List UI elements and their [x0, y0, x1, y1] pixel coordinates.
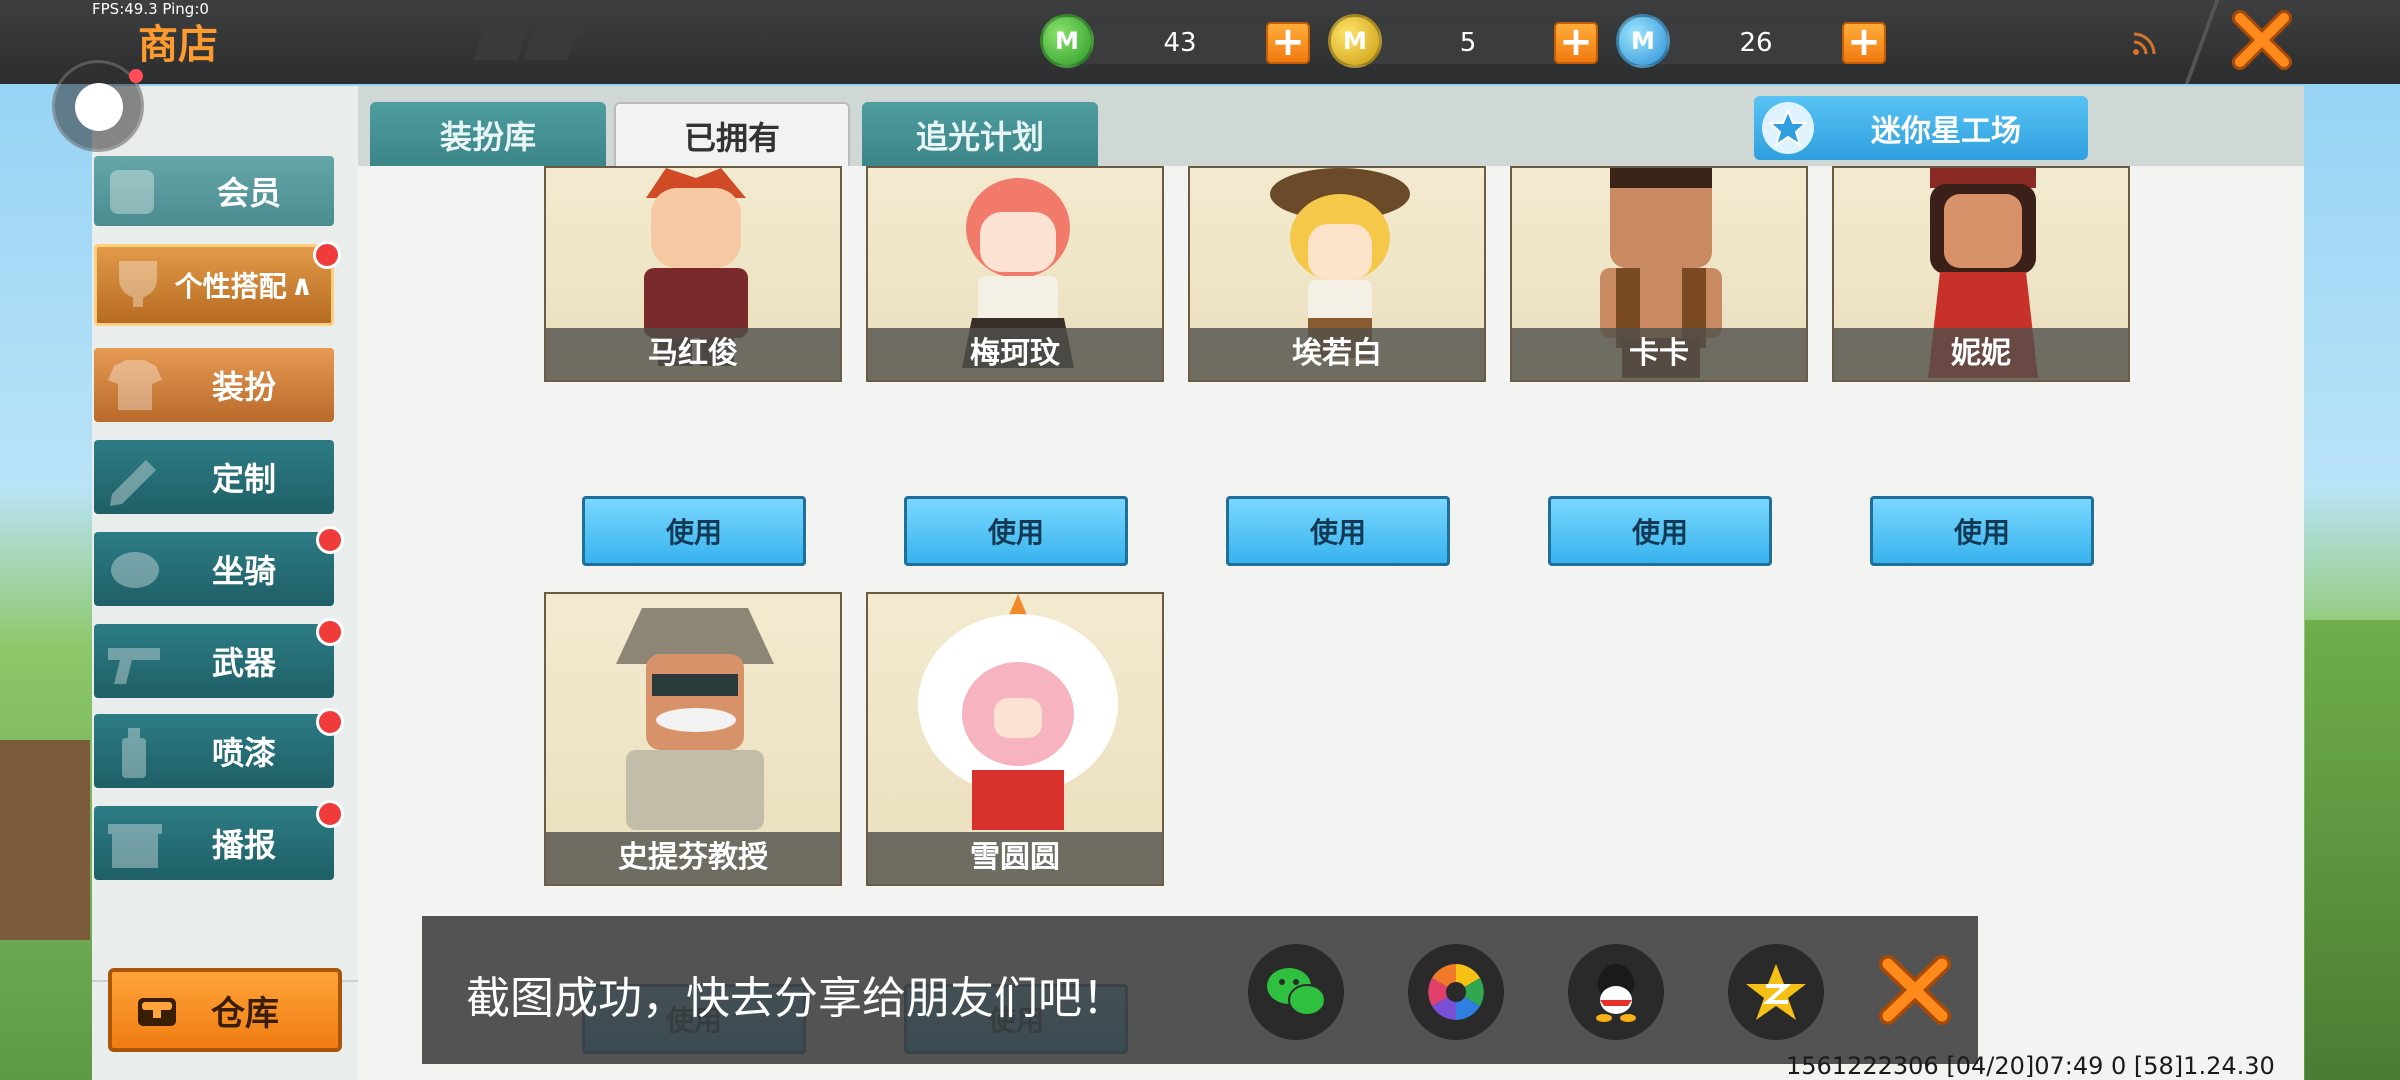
skin-name: 梅珂玟	[868, 328, 1162, 380]
currency-value-gold: 5	[1459, 28, 1477, 58]
wechat-icon	[1267, 968, 1326, 1016]
warehouse-button[interactable]: 仓库	[108, 968, 342, 1052]
share-qq-button[interactable]	[1568, 944, 1664, 1040]
skin-card[interactable]: 史提芬教授	[544, 592, 842, 886]
currency-value-green: 43	[1163, 28, 1197, 58]
mini-workshop-button[interactable]: 迷你星工场	[1754, 96, 2088, 160]
notification-badge	[316, 708, 344, 736]
moments-icon	[1428, 964, 1484, 1020]
sidebar-item-label: 坐骑	[211, 552, 276, 590]
use-button[interactable]: 使用	[1870, 496, 2094, 566]
blue-mini-coin-icon: M	[1616, 14, 1670, 68]
green-mini-coin-icon: M	[1040, 14, 1094, 68]
virtual-joystick[interactable]	[52, 60, 144, 152]
sidebar-item-outfit[interactable]: 装扮	[94, 348, 334, 422]
sidebar-item-member[interactable]: 会员	[94, 156, 334, 226]
skin-name: 妮妮	[1834, 328, 2128, 380]
workshop-label: 迷你星工场	[1871, 114, 2021, 149]
skin-name: 史提芬教授	[546, 832, 840, 884]
notification-badge	[316, 618, 344, 646]
sidebar-item-custom[interactable]: 定制	[94, 440, 334, 514]
screenshot-share-toast: 截图成功，快去分享给朋友们吧！	[422, 916, 1978, 1064]
divider	[2184, 0, 2220, 84]
tab-outfit-library[interactable]: 装扮库	[370, 102, 606, 168]
character-portrait	[616, 608, 774, 830]
gold-mini-coin-icon: M	[1328, 14, 1382, 68]
notification-badge	[316, 800, 344, 828]
use-button[interactable]: 使用	[1548, 496, 1772, 566]
add-gold-currency-button[interactable]: +	[1554, 22, 1598, 64]
notification-badge	[313, 241, 341, 269]
share-qzone-button[interactable]	[1728, 944, 1824, 1040]
sidebar-item-label: 喷漆	[211, 734, 276, 772]
share-moments-button[interactable]	[1408, 944, 1504, 1040]
add-blue-currency-button[interactable]: +	[1842, 22, 1886, 64]
sidebar-category-outfit[interactable]: 个性搭配 ∧	[94, 241, 341, 326]
qzone-icon	[1746, 964, 1806, 1020]
sidebar-item-label: 武器	[211, 644, 276, 682]
qq-icon	[1596, 964, 1636, 1022]
decor-stripe	[473, 22, 531, 60]
use-button[interactable]: 使用	[1226, 496, 1450, 566]
close-shop-button[interactable]	[2230, 8, 2294, 72]
player-id-timestamp: 1561222306 [04/20]07:49 0 [58]1.24.30	[1786, 1052, 2275, 1080]
skin-card[interactable]: 妮妮	[1832, 166, 2130, 382]
skin-card[interactable]: 埃若白	[1188, 166, 1486, 382]
character-portrait	[918, 594, 1118, 830]
spray-can-icon	[122, 728, 146, 778]
trophy-icon	[119, 261, 157, 307]
gift-box-icon	[108, 824, 162, 868]
shirt-icon	[108, 360, 162, 410]
gun-icon	[108, 648, 160, 684]
sidebar-item-mount[interactable]: 坐骑	[94, 526, 344, 606]
sidebar-item-label: 播报	[211, 826, 276, 864]
joystick-knob[interactable]	[75, 83, 123, 131]
sidebar-category-label: 个性搭配	[174, 270, 287, 303]
sidebar-item-broadcast[interactable]: 播报	[94, 800, 344, 880]
skin-card[interactable]: 梅珂玟	[866, 166, 1164, 382]
sidebar-item-weapon[interactable]: 武器	[94, 618, 344, 698]
warehouse-label: 仓库	[211, 993, 279, 1034]
decor-stripe	[523, 22, 581, 60]
tab-light-chase-plan[interactable]: 追光计划	[862, 102, 1098, 168]
close-toast-button[interactable]	[1876, 954, 1954, 1026]
notification-badge	[316, 526, 344, 554]
sidebar-item-spray[interactable]: 喷漆	[94, 708, 344, 788]
chest-icon	[138, 998, 176, 1026]
mount-icon	[111, 552, 159, 588]
toast-message: 截图成功，快去分享给朋友们吧！	[466, 973, 1126, 1024]
currency-value-blue: 26	[1739, 28, 1773, 58]
sidebar-item-label: 装扮	[211, 368, 276, 406]
tab-owned[interactable]: 已拥有	[614, 102, 850, 168]
share-wechat-button[interactable]	[1248, 944, 1344, 1040]
page-title: 商店	[138, 22, 218, 68]
background-grass-right	[2305, 620, 2400, 1080]
skin-name: 雪圆圆	[868, 832, 1162, 884]
sidebar-item-label: 定制	[211, 460, 276, 498]
top-bar: FPS:49.3 Ping:0 商店 M 43 + M 5 + M 26 +	[0, 0, 2400, 84]
background-block-left	[0, 740, 90, 940]
pencil-icon	[110, 460, 156, 506]
signal-icon	[2133, 32, 2156, 55]
skin-card[interactable]: 雪圆圆	[866, 592, 1164, 886]
skin-card[interactable]: 马红俊	[544, 166, 842, 382]
chevron-up-icon: ∧	[290, 268, 314, 302]
skin-name: 马红俊	[546, 328, 840, 380]
sidebar-item-label: 会员	[216, 174, 281, 212]
skin-card[interactable]: 卡卡	[1510, 166, 1808, 382]
member-icon	[110, 170, 154, 214]
use-button[interactable]: 使用	[904, 496, 1128, 566]
sidebar: 会员 个性搭配 ∧ 装扮 定制 坐骑 武器 喷漆 播报 仓库	[92, 86, 358, 1080]
add-green-currency-button[interactable]: +	[1266, 22, 1310, 64]
skin-name: 卡卡	[1512, 328, 1806, 380]
use-button[interactable]: 使用	[582, 496, 806, 566]
star-icon	[1762, 102, 1814, 154]
skin-name: 埃若白	[1190, 328, 1484, 380]
joystick-indicator	[129, 69, 143, 83]
